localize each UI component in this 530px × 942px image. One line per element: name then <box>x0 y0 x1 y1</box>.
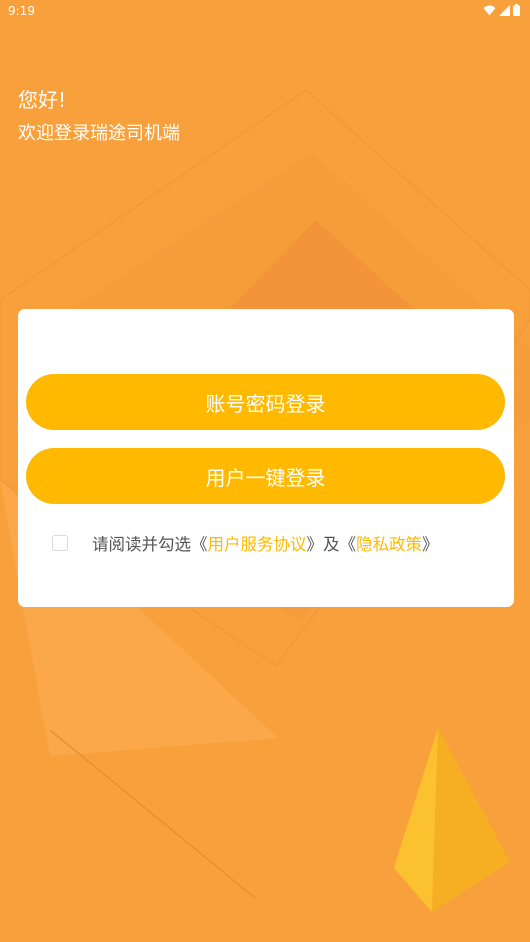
greeting-subtitle: 欢迎登录瑞途司机端 <box>18 123 180 144</box>
agreement-row: 请阅读并勾选 《 用户服务协议 》 及 《 隐私政策 》 <box>52 531 439 555</box>
one-click-login-button[interactable]: 用户一键登录 <box>26 448 505 504</box>
password-login-button[interactable]: 账号密码登录 <box>26 374 505 430</box>
privacy-open-bracket: 《 <box>339 535 357 554</box>
privacy-policy-link[interactable]: 隐私政策 <box>356 531 422 555</box>
agreement-checkbox[interactable] <box>52 535 68 551</box>
agreement-prefix: 请阅读并勾选 <box>92 535 191 554</box>
status-time: 9:19 <box>8 4 35 18</box>
privacy-close-bracket: 》 <box>422 535 439 554</box>
service-agreement-link[interactable]: 用户服务协议 <box>208 531 307 555</box>
wifi-icon <box>483 5 496 15</box>
agreement-close-bracket: 》 <box>306 535 324 554</box>
agreement-and-text: 及 <box>323 535 340 554</box>
status-bar: 9:19 <box>0 0 530 22</box>
greeting-title: 您好! <box>18 88 67 112</box>
greeting: 您好! 欢迎登录瑞途司机端 <box>18 86 180 148</box>
battery-icon <box>513 4 520 16</box>
status-icons <box>483 4 520 16</box>
login-card: 账号密码登录 用户一键登录 请阅读并勾选 《 用户服务协议 》 及 《 隐私政策… <box>18 309 514 607</box>
signal-icon <box>499 4 510 16</box>
agreement-open-bracket: 《 <box>191 535 208 554</box>
